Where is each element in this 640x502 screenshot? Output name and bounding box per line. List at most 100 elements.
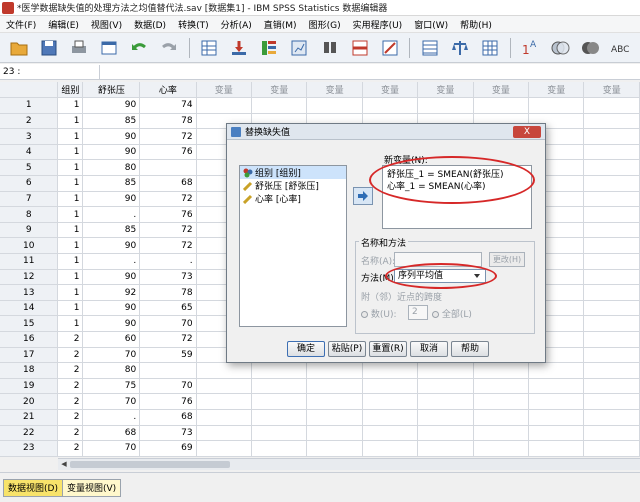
empty-cell[interactable] <box>196 97 253 114</box>
empty-cell[interactable] <box>196 378 253 395</box>
row-number[interactable]: 16 <box>0 331 59 348</box>
empty-cell[interactable] <box>528 378 585 395</box>
data-cell[interactable]: 2 <box>57 393 84 410</box>
data-cell[interactable]: 69 <box>139 440 197 457</box>
data-cell[interactable]: 75 <box>82 378 141 395</box>
data-cell[interactable]: 60 <box>82 331 141 348</box>
data-cell[interactable]: 1 <box>57 315 84 332</box>
row-number[interactable]: 22 <box>0 425 59 442</box>
menu-view[interactable]: 视图(V) <box>85 18 128 31</box>
row-number[interactable]: 23 <box>0 440 59 457</box>
data-cell[interactable]: 2 <box>57 425 84 442</box>
data-cell[interactable]: 2 <box>57 347 84 364</box>
data-cell[interactable]: 1 <box>57 128 84 145</box>
row-number[interactable]: 6 <box>0 175 59 192</box>
empty-variable-header[interactable]: 变量 <box>251 82 308 99</box>
empty-cell[interactable] <box>251 362 308 379</box>
move-to-new-variables-button[interactable] <box>353 187 373 205</box>
row-number[interactable]: 20 <box>0 393 59 410</box>
empty-cell[interactable] <box>417 440 474 457</box>
empty-cell[interactable] <box>417 362 474 379</box>
data-cell[interactable]: 78 <box>139 284 197 301</box>
data-cell[interactable]: 70 <box>139 315 197 332</box>
data-cell[interactable]: 1 <box>57 191 84 208</box>
data-cell[interactable]: 90 <box>82 300 141 317</box>
row-number[interactable]: 3 <box>0 128 59 145</box>
data-cell[interactable]: 2 <box>57 409 84 426</box>
empty-cell[interactable] <box>306 393 363 410</box>
data-cell[interactable]: 1 <box>57 300 84 317</box>
empty-cell[interactable] <box>583 362 640 379</box>
data-cell[interactable]: 72 <box>139 128 197 145</box>
empty-cell[interactable] <box>362 378 419 395</box>
empty-cell[interactable] <box>583 175 640 192</box>
row-number[interactable]: 12 <box>0 269 59 286</box>
empty-cell[interactable] <box>306 378 363 395</box>
source-variable-list[interactable]: 组别 [组别] 舒张压 [舒张压] 心率 [心率] <box>239 165 347 327</box>
data-cell[interactable]: 70 <box>82 393 141 410</box>
data-cell[interactable]: 2 <box>57 440 84 457</box>
find-icon[interactable] <box>319 37 340 59</box>
row-number[interactable]: 13 <box>0 284 59 301</box>
data-cell[interactable]: 76 <box>139 206 197 223</box>
empty-cell[interactable] <box>251 440 308 457</box>
run-descriptive-icon[interactable] <box>289 37 310 59</box>
data-cell[interactable]: . <box>82 409 141 426</box>
list-item[interactable]: 舒张压_1 = SMEAN(舒张压) <box>383 169 531 181</box>
empty-cell[interactable] <box>251 425 308 442</box>
empty-cell[interactable] <box>473 440 530 457</box>
empty-cell[interactable] <box>417 393 474 410</box>
data-cell[interactable]: 68 <box>139 175 197 192</box>
empty-cell[interactable] <box>583 128 640 145</box>
data-cell[interactable]: 2 <box>57 378 84 395</box>
data-cell[interactable]: 1 <box>57 253 84 270</box>
redo-icon[interactable] <box>159 37 180 59</box>
empty-cell[interactable] <box>583 191 640 208</box>
empty-cell[interactable] <box>417 97 474 114</box>
row-number[interactable]: 4 <box>0 144 59 161</box>
undo-icon[interactable] <box>128 37 149 59</box>
row-number[interactable]: 17 <box>0 347 59 364</box>
data-cell[interactable]: 92 <box>82 284 141 301</box>
data-cell[interactable]: 80 <box>82 159 141 177</box>
empty-variable-header[interactable]: 变量 <box>196 82 253 99</box>
data-cell[interactable] <box>139 159 197 177</box>
dialog-recall-icon[interactable] <box>98 37 119 59</box>
open-icon[interactable] <box>8 37 29 59</box>
empty-cell[interactable] <box>251 97 308 114</box>
data-cell[interactable]: 72 <box>139 222 197 239</box>
empty-cell[interactable] <box>583 409 640 426</box>
tab-data-view[interactable]: 数据视图(D) <box>3 479 63 497</box>
menu-data[interactable]: 数据(D) <box>128 18 172 31</box>
goto-variable-icon[interactable] <box>229 37 250 59</box>
empty-variable-header[interactable]: 变量 <box>417 82 474 99</box>
empty-cell[interactable] <box>306 362 363 379</box>
data-cell[interactable]: 1 <box>57 113 84 130</box>
empty-cell[interactable] <box>528 425 585 442</box>
empty-cell[interactable] <box>583 206 640 223</box>
method-select[interactable]: 序列平均值 <box>394 269 486 283</box>
data-cell[interactable]: 76 <box>139 393 197 410</box>
data-cell[interactable]: 65 <box>139 300 197 317</box>
data-cell[interactable]: 72 <box>139 191 197 208</box>
data-cell[interactable]: 90 <box>82 315 141 332</box>
empty-cell[interactable] <box>417 409 474 426</box>
row-number[interactable]: 11 <box>0 253 59 270</box>
empty-cell[interactable] <box>583 269 640 286</box>
ok-button[interactable]: 确定 <box>287 341 325 357</box>
print-icon[interactable] <box>68 37 89 59</box>
column-header[interactable]: 舒张压 <box>82 82 141 99</box>
variables-icon[interactable] <box>259 37 280 59</box>
data-cell[interactable]: 85 <box>82 175 141 192</box>
empty-cell[interactable] <box>362 425 419 442</box>
data-cell[interactable]: 76 <box>139 144 197 161</box>
data-cell[interactable]: 59 <box>139 347 197 364</box>
empty-cell[interactable] <box>528 440 585 457</box>
empty-cell[interactable] <box>583 393 640 410</box>
empty-cell[interactable] <box>583 284 640 301</box>
data-cell[interactable]: 72 <box>139 331 197 348</box>
empty-variable-header[interactable]: 变量 <box>362 82 419 99</box>
row-number[interactable]: 21 <box>0 409 59 426</box>
empty-cell[interactable] <box>196 393 253 410</box>
spell-icon[interactable]: ABC <box>610 37 631 59</box>
